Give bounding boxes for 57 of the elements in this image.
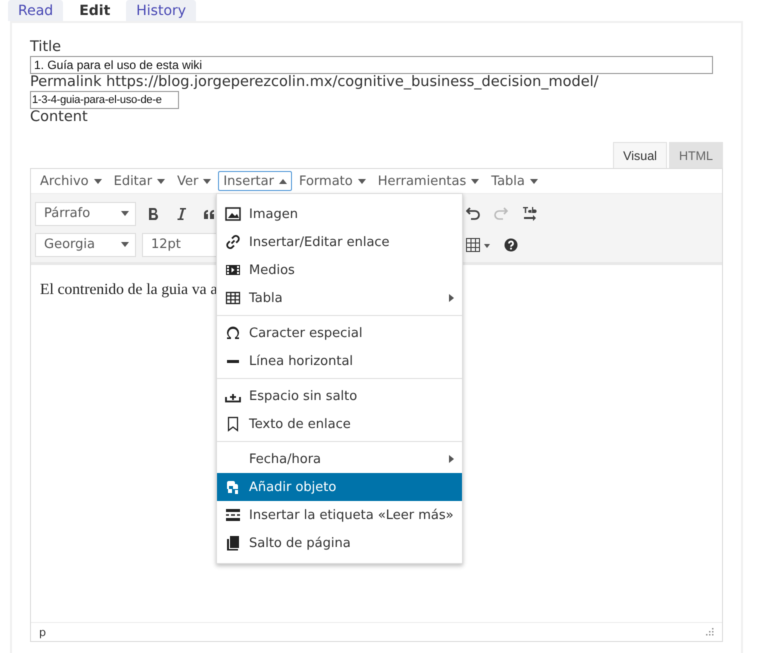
undo-icon [466, 207, 480, 220]
title-field[interactable]: 1. Guía para el uso de esta wiki [30, 56, 713, 74]
menu-option-icon [225, 290, 241, 306]
dropdown[interactable]: Georgia [35, 232, 136, 256]
caret-icon [157, 178, 166, 184]
permalink-text: Permalink https://blog.jorgeperezcolin.mx/cognitive_business_decision_model/ [30, 74, 600, 91]
help-icon [504, 238, 518, 252]
indent-tab-icon [522, 206, 536, 221]
menu-item[interactable]: Archivo [35, 171, 107, 191]
menu-option-icon [225, 325, 241, 341]
redo-icon [494, 207, 508, 220]
content-label: Content [30, 109, 89, 126]
caret-icon [121, 242, 129, 247]
element-path[interactable]: p [39, 626, 46, 638]
menu-option-icon [225, 234, 241, 250]
page-tab[interactable]: Read [8, 0, 64, 21]
menu-option[interactable]: Línea horizontal [217, 347, 462, 375]
menu-item[interactable]: Formato [294, 171, 371, 191]
menu-item[interactable]: Tabla [486, 171, 543, 191]
menu-option-icon [225, 262, 241, 278]
caret-icon [358, 178, 366, 184]
menu-option[interactable]: Texto de enlace [217, 410, 462, 438]
menu-option[interactable]: Salto de página [217, 529, 462, 557]
editor-tab[interactable]: HTML [668, 142, 723, 168]
menu-item[interactable]: Ver [172, 171, 216, 191]
table-icon [466, 238, 490, 252]
menu-option-icon [225, 479, 241, 495]
bold-icon [148, 208, 158, 220]
caret-icon [94, 178, 102, 184]
editor-tab[interactable]: Visual [613, 142, 667, 168]
page-tab[interactable]: History [126, 0, 196, 21]
menu-item[interactable]: Herramientas [372, 171, 484, 191]
title-label: Title [30, 39, 62, 56]
menu-option[interactable]: Espacio sin salto [217, 382, 462, 410]
caret-icon [471, 178, 480, 184]
menu-option[interactable]: Añadir objeto [217, 473, 462, 501]
menu-option[interactable]: Medios [217, 256, 462, 284]
resize-grip-icon [706, 628, 714, 636]
dropdown[interactable]: Párrafo [35, 202, 136, 226]
italic-icon [176, 208, 186, 220]
menu-option-icon [225, 416, 241, 432]
menu-option-icon [225, 507, 241, 523]
caret-icon [278, 178, 287, 184]
quote-icon [204, 208, 214, 218]
menu-option-icon [225, 206, 241, 222]
menu-option[interactable]: Imagen [217, 200, 462, 228]
menu-option[interactable]: Tabla [217, 284, 462, 312]
menu-item[interactable]: Editar [108, 171, 170, 191]
menu-option-icon [225, 535, 241, 551]
caret-icon [530, 178, 538, 184]
menu-item[interactable]: Insertar [218, 171, 292, 191]
slug-field[interactable]: 1-3-4-guia-para-el-uso-de-e [30, 91, 179, 109]
menu-option[interactable]: Insertar la etiqueta «Leer más» [217, 501, 462, 529]
menu-option[interactable]: Fecha/hora [217, 445, 462, 473]
caret-icon [121, 211, 129, 216]
caret-icon [203, 178, 212, 184]
menu-option[interactable]: Caracter especial [217, 319, 462, 347]
